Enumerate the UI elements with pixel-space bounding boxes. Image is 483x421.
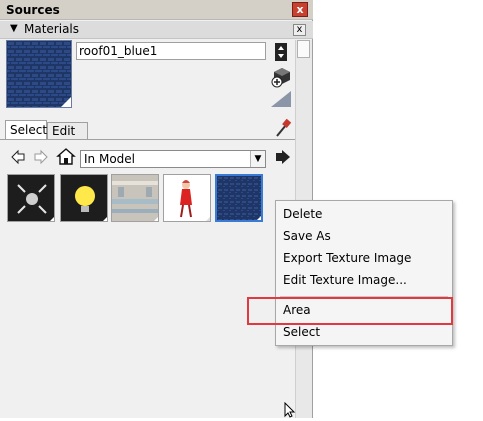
chevron-down-icon[interactable]: ▼ xyxy=(250,151,265,167)
default-material-icon[interactable] xyxy=(269,89,293,109)
create-material-icon[interactable] xyxy=(270,66,292,88)
details-arrow-icon[interactable] xyxy=(274,148,292,166)
menu-item-select[interactable]: Select xyxy=(283,325,320,339)
material-thumbnail[interactable] xyxy=(60,174,108,222)
sample-paint-icon[interactable] xyxy=(274,118,292,138)
material-name-field[interactable] xyxy=(76,42,266,60)
menu-item-export-texture[interactable]: Export Texture Image xyxy=(283,251,411,265)
material-thumbnail[interactable] xyxy=(7,174,55,222)
menu-item-save-as[interactable]: Save As xyxy=(283,229,331,243)
menu-item-delete[interactable]: Delete xyxy=(283,207,322,221)
window-title: Sources xyxy=(6,3,60,17)
close-button[interactable]: x xyxy=(292,2,308,17)
collection-value: In Model xyxy=(84,152,135,166)
collapse-arrow-icon[interactable]: ▼ xyxy=(10,23,18,34)
section-close-button[interactable]: x xyxy=(293,24,306,36)
material-thumbnail-selected[interactable] xyxy=(215,174,263,222)
tab-divider xyxy=(0,139,295,140)
titlebar: Sources x xyxy=(0,0,313,20)
tab-edit[interactable]: Edit xyxy=(47,122,88,140)
section-label: Materials xyxy=(24,22,80,36)
browse-material-icon[interactable] xyxy=(274,42,288,62)
home-icon[interactable] xyxy=(56,147,76,165)
mouse-cursor-icon xyxy=(284,401,298,418)
forward-arrow-icon[interactable] xyxy=(33,149,49,165)
highlight-annotation xyxy=(247,297,453,325)
material-thumbnail[interactable] xyxy=(111,174,159,222)
material-preview xyxy=(6,40,72,108)
materials-section-header[interactable]: ▼ Materials x xyxy=(0,21,313,39)
menu-item-edit-texture[interactable]: Edit Texture Image... xyxy=(283,273,407,287)
material-thumbnail[interactable] xyxy=(163,174,211,222)
scroll-thumb[interactable] xyxy=(297,40,310,58)
back-arrow-icon[interactable] xyxy=(10,149,26,165)
tab-select[interactable]: Select xyxy=(5,120,47,140)
